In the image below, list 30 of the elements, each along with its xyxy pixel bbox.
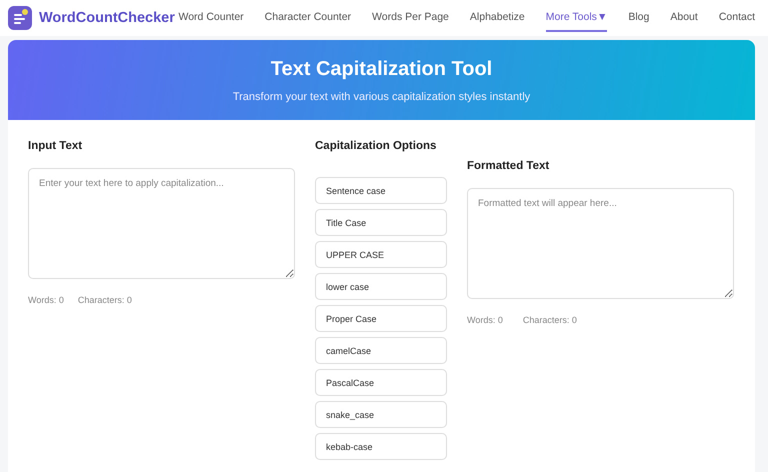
nav-link[interactable]: Character Counter [264, 4, 352, 32]
nav-link[interactable]: Words Per Page [372, 4, 449, 32]
option-button[interactable]: PascalCase [315, 369, 447, 396]
option-button[interactable]: Proper Case [315, 305, 447, 332]
page-title: Text Capitalization Tool [270, 58, 492, 80]
nav-link[interactable]: More Tools▼ [546, 4, 608, 32]
input-field[interactable]: Enter your text here to apply capitalization... [28, 168, 295, 279]
option-button[interactable]: lower case [315, 273, 447, 300]
nav-link[interactable]: Blog [628, 4, 650, 32]
nav-link[interactable]: Word Counter [178, 4, 244, 32]
nav-link[interactable]: Contact [718, 4, 755, 32]
option-button[interactable]: UPPER CASE [315, 241, 447, 268]
section-heading: Input Text [28, 140, 84, 152]
character-count: Characters: 0 [78, 295, 132, 305]
option-button[interactable]: Sentence case [315, 177, 447, 204]
option-button[interactable]: camelCase [315, 337, 447, 364]
character-count: Characters: 0 [522, 315, 577, 325]
nav-link[interactable]: Alphabetize [470, 4, 525, 32]
option-button[interactable]: kebab-case [315, 433, 447, 460]
brand-link[interactable]: WordCountChecker [39, 10, 175, 26]
word-count: Words: 0 [28, 295, 64, 305]
nav-link[interactable]: About [670, 4, 698, 32]
option-button[interactable]: snake_case [315, 401, 447, 428]
option-button[interactable]: Title Case [315, 209, 447, 236]
section-heading: Formatted Text [467, 160, 550, 172]
logo-icon[interactable] [8, 6, 32, 30]
section-heading: Capitalization Options [315, 140, 438, 152]
output-field[interactable]: Formatted text will appear here... [467, 188, 734, 299]
page-subtitle: Transform your text with various capitalization styles instantly [232, 90, 530, 102]
word-count: Words: 0 [467, 315, 503, 325]
